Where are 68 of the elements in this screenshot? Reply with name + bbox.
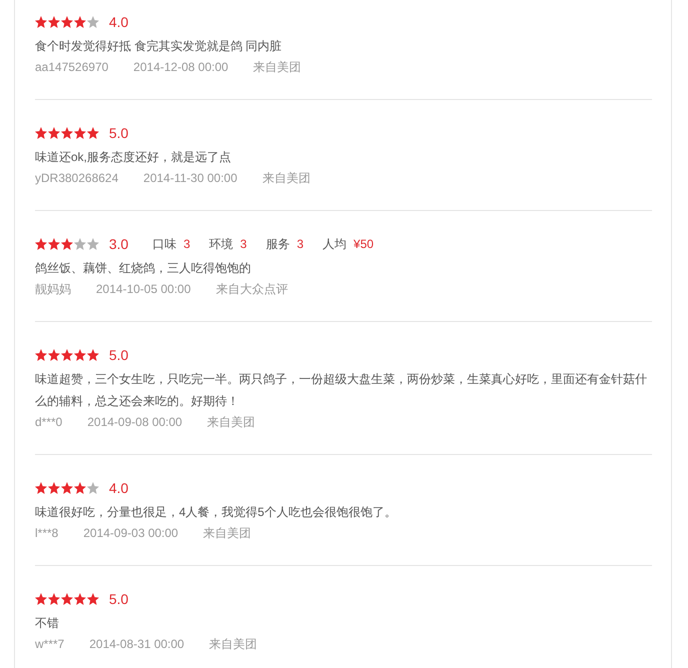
star-icon [61, 16, 73, 28]
star-icon [48, 349, 60, 361]
rating-score: 4.0 [109, 13, 128, 31]
star-icon [35, 349, 47, 361]
review-text: 鸽丝饭、藕饼、红烧鸽，三人吃得饱饱的 [35, 260, 252, 277]
star-icon [74, 593, 86, 605]
reviewer-name: w***7 [35, 636, 64, 653]
review-text: 味道还ok,服务态度还好，就是远了点 [35, 149, 232, 166]
review-source: 来自美团 [262, 170, 310, 187]
star-icon [48, 593, 60, 605]
star-icon [74, 349, 86, 361]
reviewer-name: d***0 [35, 414, 62, 431]
rating-value: 3 [183, 236, 190, 253]
star-icon [87, 238, 99, 250]
star-icon [48, 16, 60, 28]
review-date: 2014-11-30 00:00 [143, 170, 238, 187]
rating-value: ¥50 [354, 236, 374, 253]
reviewer-name: aa147526970 [35, 59, 108, 76]
star-icon [35, 127, 47, 139]
star-icon [35, 238, 47, 250]
rating-label: 口味 [152, 236, 176, 253]
star-icon [74, 127, 86, 139]
star-icon [61, 127, 73, 139]
review-text: 味道很好吃，分量也很足，4人餐，我觉得5个人吃也会很饱很饱了。 [35, 504, 398, 521]
rating-score: 3.0 [109, 235, 128, 253]
rating-value: 3 [296, 236, 304, 253]
star-icon [35, 593, 47, 605]
review-source: 来自美团 [203, 525, 252, 542]
rating-label: 人均 [322, 236, 347, 253]
star-icon [87, 482, 99, 494]
star-icon [74, 16, 86, 28]
star-icon [61, 482, 73, 494]
star-icon [87, 349, 99, 361]
rating-score: 5.0 [109, 346, 128, 364]
star-icon [48, 238, 60, 250]
review-date: 2014-09-08 00:00 [87, 414, 182, 431]
review-source: 来自美团 [253, 59, 302, 76]
star-icon [48, 482, 60, 494]
star-icon [61, 349, 73, 361]
star-icon [74, 238, 86, 250]
star-icon [61, 238, 73, 250]
star-icon [35, 16, 47, 28]
review-text: 食个时发觉得好抵 食完其实发觉就是鸽 同内脏 [35, 38, 283, 55]
review-date: 2014-09-03 00:00 [83, 525, 178, 542]
reviewer-name: 靓妈妈 [35, 281, 71, 298]
star-icon [74, 482, 86, 494]
review-text: 不错 [35, 615, 60, 632]
reviewer-name: yDR380268624 [35, 170, 118, 187]
star-icon [48, 127, 60, 139]
rating-score: 5.0 [109, 590, 128, 608]
review-text: 味道超赞，三个女生吃，只吃完一半。两只鸽子，一份超级大盘生菜，两份炒菜，生菜真心好吃，里面还有金针菇什么的辅料，总之还会来吃的。好期待！ [35, 371, 648, 410]
review-date: 2014-08-31 00:00 [89, 636, 184, 653]
rating-score: 4.0 [109, 479, 128, 497]
star-icon [87, 16, 99, 28]
review-date: 2014-10-05 00:00 [96, 281, 191, 298]
star-icon [35, 482, 47, 494]
review-date: 2014-12-08 00:00 [133, 59, 228, 76]
review-source: 来自美团 [209, 636, 258, 653]
rating-value: 3 [240, 236, 247, 253]
star-icon [87, 127, 99, 139]
star-icon [87, 593, 99, 605]
review-source: 来自美团 [207, 414, 256, 431]
review-source: 来自大众点评 [216, 281, 288, 298]
rating-label: 环境 [209, 236, 234, 253]
rating-score: 5.0 [109, 124, 128, 142]
reviewer-name: l***8 [35, 525, 58, 542]
star-icon [61, 593, 73, 605]
rating-label: 服务 [266, 236, 290, 253]
